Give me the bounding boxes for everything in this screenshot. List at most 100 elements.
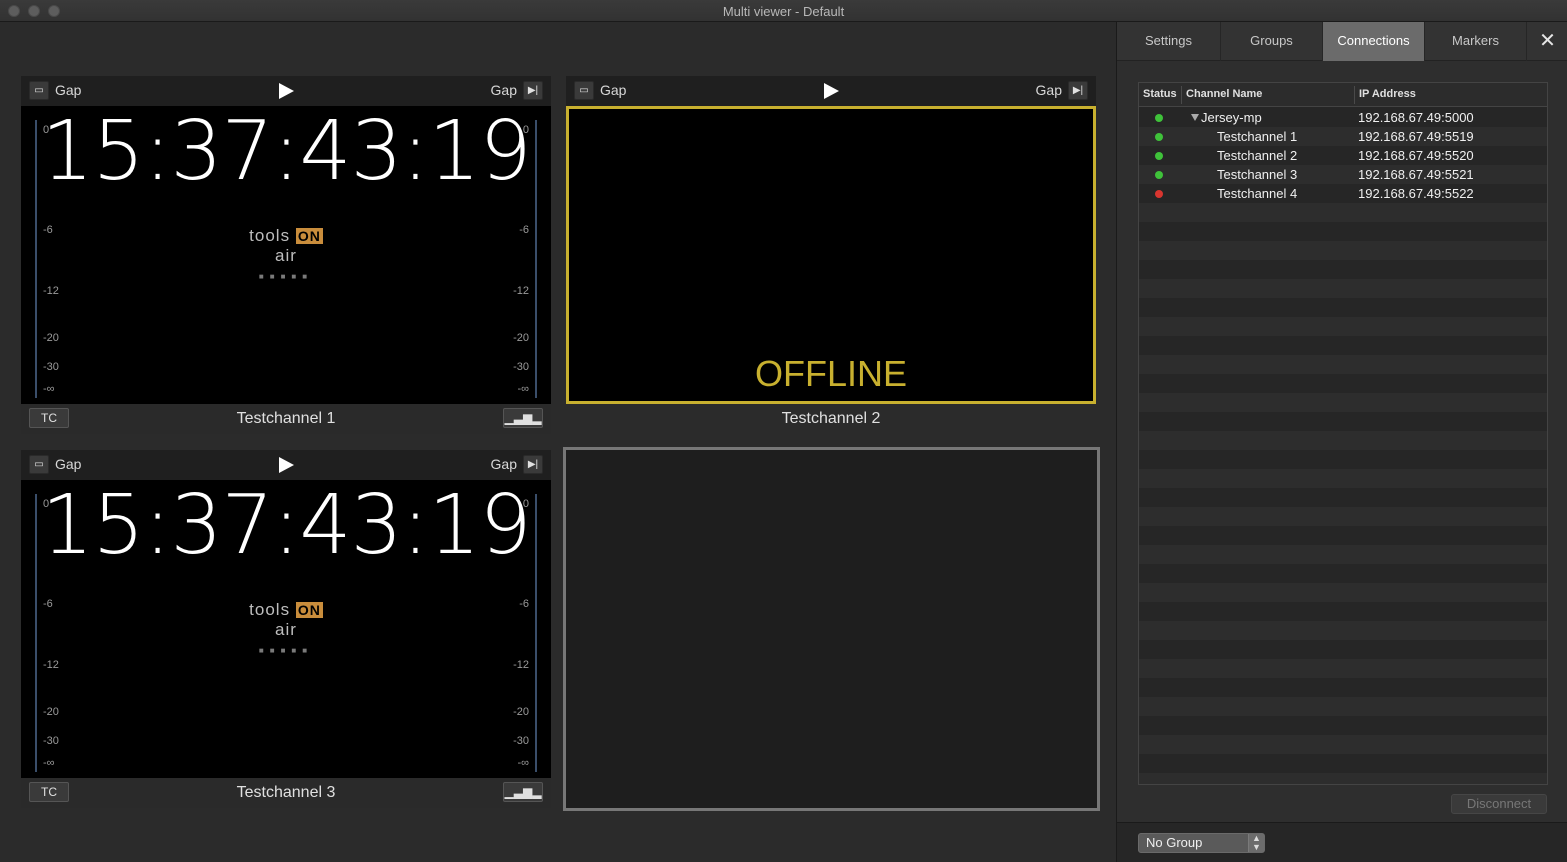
empty-row (1139, 564, 1547, 583)
status-indicator (1155, 114, 1163, 122)
ip-address-cell: 192.168.67.49:5520 (1358, 148, 1474, 163)
calendar-icon[interactable]: ▭ (574, 81, 594, 100)
skip-next-icon[interactable]: ▶| (1068, 81, 1088, 100)
right-gap-label: Gap (490, 82, 517, 98)
side-panel: Settings Groups Connections Markers ✕ St… (1116, 22, 1567, 862)
tile-toolbar: ▭ Gap Gap ▶| (566, 76, 1096, 106)
timecode-display: 15:37:43:19 (41, 104, 531, 199)
empty-row (1139, 526, 1547, 545)
tab-connections[interactable]: Connections (1323, 22, 1425, 61)
calendar-icon[interactable]: ▭ (29, 81, 49, 100)
window-title: Multi viewer - Default (722, 4, 845, 19)
empty-row (1139, 260, 1547, 279)
tile-footer: Testchannel 2 (566, 404, 1096, 434)
empty-row (1139, 735, 1547, 754)
empty-row (1139, 336, 1547, 355)
left-gap-label: Gap (600, 82, 627, 98)
channel-name-cell: Testchannel 4 (1217, 186, 1298, 201)
table-row[interactable]: Testchannel 3 192.168.67.49:5521 (1139, 165, 1547, 184)
play-icon[interactable] (279, 457, 294, 473)
app-window: Multi viewer - Default ▭ Gap Gap ▶| 15:3… (0, 0, 1567, 862)
empty-row (1139, 583, 1547, 602)
empty-row (1139, 431, 1547, 450)
empty-row (1139, 469, 1547, 488)
tile-footer: TC Testchannel 3 ▁▃▆▂ (21, 778, 551, 808)
right-gap-label: Gap (490, 456, 517, 472)
skip-next-icon[interactable]: ▶| (523, 81, 543, 100)
left-gap-label: Gap (55, 456, 82, 472)
table-row[interactable]: Testchannel 2 192.168.67.49:5520 (1139, 146, 1547, 165)
empty-row (1139, 488, 1547, 507)
title-bar: Multi viewer - Default (0, 0, 1567, 22)
right-gap-label: Gap (1035, 82, 1062, 98)
channel-name: Testchannel 3 (236, 784, 336, 801)
disconnect-button[interactable]: Disconnect (1451, 794, 1547, 814)
status-indicator (1155, 190, 1163, 198)
channel-name: Testchannel 1 (236, 410, 336, 427)
table-row[interactable]: Testchannel 4 192.168.67.49:5522 (1139, 184, 1547, 203)
tile-toolbar: ▭ Gap Gap ▶| (21, 76, 551, 106)
col-channel-name[interactable]: Channel Name (1186, 88, 1262, 100)
connections-table: Status Channel Name IP Address Jersey-mp… (1138, 82, 1548, 785)
empty-viewer-slot[interactable] (563, 447, 1100, 811)
empty-row (1139, 754, 1547, 773)
audio-bars-icon[interactable]: ▁▃▆▂ (503, 408, 543, 428)
skip-next-icon[interactable]: ▶| (523, 455, 543, 474)
play-icon[interactable] (824, 83, 839, 99)
tools-on-air-logo: tools ON air ■■■■■ (249, 226, 323, 281)
audio-bars-icon[interactable]: ▁▃▆▂ (503, 782, 543, 802)
empty-row (1139, 773, 1547, 784)
status-indicator (1155, 171, 1163, 179)
audio-meter-left: 0 -6 -12 -20 -30 -∞ (33, 494, 63, 772)
calendar-icon[interactable]: ▭ (29, 455, 49, 474)
panel-tabs: Settings Groups Connections Markers ✕ (1117, 22, 1567, 61)
empty-row (1139, 678, 1547, 697)
ip-address-cell: 192.168.67.49:5521 (1358, 167, 1474, 182)
channel-name-cell: Testchannel 1 (1217, 129, 1298, 144)
video-preview: 15:37:43:19 tools ON air ■■■■■ 0 -6 -12 … (21, 480, 551, 778)
tab-markers[interactable]: Markers (1425, 22, 1527, 61)
channel-name-cell: Testchannel 3 (1217, 167, 1298, 182)
col-ip-address[interactable]: IP Address (1359, 88, 1416, 100)
tile-footer: TC Testchannel 1 ▁▃▆▂ (21, 404, 551, 434)
viewer-tile-3[interactable]: ▭ Gap Gap ▶| 15:37:43:19 tools ON air ■■… (21, 450, 551, 808)
empty-row (1139, 507, 1547, 526)
timecode-display: 15:37:43:19 (41, 478, 531, 573)
tab-settings[interactable]: Settings (1117, 22, 1221, 61)
empty-row (1139, 716, 1547, 735)
left-gap-label: Gap (55, 82, 82, 98)
empty-row (1139, 298, 1547, 317)
play-icon[interactable] (279, 83, 294, 99)
empty-row (1139, 450, 1547, 469)
ip-address-cell: 192.168.67.49:5000 (1358, 110, 1474, 125)
empty-row (1139, 203, 1547, 222)
viewer-tile-2[interactable]: ▭ Gap Gap ▶| OFFLINE Testchannel 2 (566, 76, 1096, 434)
disclosure-triangle-icon[interactable] (1191, 114, 1199, 121)
empty-row (1139, 602, 1547, 621)
channel-name: Testchannel 2 (781, 410, 881, 427)
empty-row (1139, 279, 1547, 298)
panel-footer: No Group ▲ ▼ (1117, 822, 1567, 862)
empty-row (1139, 697, 1547, 716)
channel-name-cell: Jersey-mp (1201, 110, 1262, 125)
status-indicator (1155, 152, 1163, 160)
table-row[interactable]: Testchannel 1 192.168.67.49:5519 (1139, 127, 1547, 146)
empty-row (1139, 659, 1547, 678)
empty-row (1139, 621, 1547, 640)
audio-meter-right: 0 -6 -12 -20 -30 -∞ (509, 120, 539, 398)
close-panel-icon[interactable]: ✕ (1527, 22, 1567, 61)
empty-row (1139, 640, 1547, 659)
channel-name-cell: Testchannel 2 (1217, 148, 1298, 163)
tile-toolbar: ▭ Gap Gap ▶| (21, 450, 551, 480)
status-indicator (1155, 133, 1163, 141)
table-header: Status Channel Name IP Address (1139, 83, 1547, 107)
viewer-tile-1[interactable]: ▭ Gap Gap ▶| 15:37:43:19 tools ON air ■■… (21, 76, 551, 434)
up-down-arrows-icon: ▲ ▼ (1248, 834, 1264, 852)
tab-groups[interactable]: Groups (1221, 22, 1323, 61)
group-select[interactable]: No Group ▲ ▼ (1138, 833, 1265, 853)
col-status[interactable]: Status (1143, 88, 1177, 100)
table-row[interactable]: Jersey-mp 192.168.67.49:5000 (1139, 108, 1547, 127)
empty-row (1139, 412, 1547, 431)
tools-on-air-logo: tools ON air ■■■■■ (249, 600, 323, 655)
empty-row (1139, 355, 1547, 374)
